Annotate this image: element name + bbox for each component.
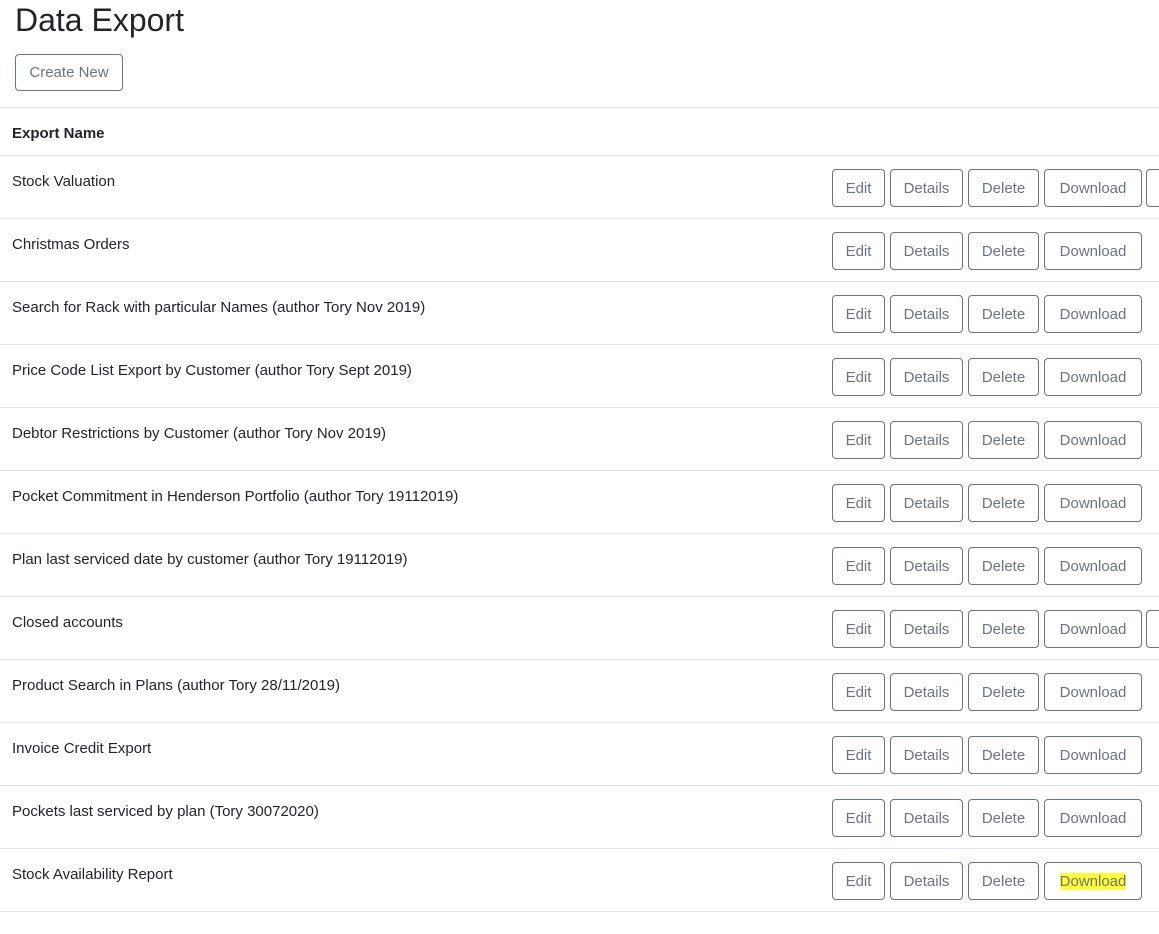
download-button[interactable]: Download [1044, 736, 1142, 774]
edit-button[interactable]: Edit [832, 673, 885, 711]
table-header-row: Export Name [0, 107, 1159, 156]
table-row: Stock Valuation Edit Details Delete Download [0, 156, 1159, 219]
table-row: Pockets last serviced by plan (Tory 3007… [0, 786, 1159, 849]
details-button[interactable]: Details [890, 862, 963, 900]
table-row: Search for Rack with particular Names (a… [0, 282, 1159, 345]
details-button[interactable]: Details [890, 169, 963, 207]
delete-button[interactable]: Delete [968, 862, 1039, 900]
details-button[interactable]: Details [890, 799, 963, 837]
export-name: Stock Availability Report [12, 866, 173, 883]
delete-button[interactable]: Delete [968, 232, 1039, 270]
details-button[interactable]: Details [890, 421, 963, 459]
edit-button[interactable]: Edit [832, 736, 885, 774]
export-name: Plan last serviced date by customer (aut… [12, 551, 408, 568]
download-label-highlighted: Download [1059, 872, 1127, 890]
extra-action-button[interactable] [1146, 610, 1159, 648]
export-name: Debtor Restrictions by Customer (author … [12, 425, 387, 442]
create-new-button[interactable]: Create New [15, 54, 123, 91]
export-name: Price Code List Export by Customer (auth… [12, 362, 412, 379]
delete-button[interactable]: Delete [968, 673, 1039, 711]
table-row: Pocket Commitment in Henderson Portfolio… [0, 471, 1159, 534]
download-button[interactable]: Download [1044, 862, 1142, 900]
details-button[interactable]: Details [890, 484, 963, 522]
download-button[interactable]: Download [1044, 799, 1142, 837]
delete-button[interactable]: Delete [968, 547, 1039, 585]
column-header-export-name: Export Name [12, 125, 105, 142]
table-row: Closed accounts Edit Details Delete Download [0, 597, 1159, 660]
delete-button[interactable]: Delete [968, 169, 1039, 207]
table-row: Price Code List Export by Customer (auth… [0, 345, 1159, 408]
download-button[interactable]: Download [1044, 169, 1142, 207]
download-button[interactable]: Download [1044, 484, 1142, 522]
extra-action-button[interactable] [1146, 169, 1159, 207]
download-button[interactable]: Download [1044, 421, 1142, 459]
table-row: Debtor Restrictions by Customer (author … [0, 408, 1159, 471]
edit-button[interactable]: Edit [832, 169, 885, 207]
edit-button[interactable]: Edit [832, 484, 885, 522]
edit-button[interactable]: Edit [832, 421, 885, 459]
export-name: Search for Rack with particular Names (a… [12, 299, 426, 316]
download-button[interactable]: Download [1044, 610, 1142, 648]
table-row: Christmas Orders Edit Details Delete Downloa… [0, 219, 1159, 282]
table-row: Product Search in Plans (author Tory 28/… [0, 660, 1159, 723]
edit-button[interactable]: Edit [832, 547, 885, 585]
download-button[interactable]: Download [1044, 295, 1142, 333]
download-button[interactable]: Download [1044, 673, 1142, 711]
details-button[interactable]: Details [890, 610, 963, 648]
edit-button[interactable]: Edit [832, 610, 885, 648]
export-name: Closed accounts [12, 614, 123, 631]
delete-button[interactable]: Delete [968, 610, 1039, 648]
download-button[interactable]: Download [1044, 547, 1142, 585]
data-export-page: Data Export Create New Export Name Stock… [0, 0, 1159, 934]
edit-button[interactable]: Edit [832, 232, 885, 270]
export-name: Christmas Orders [12, 236, 130, 253]
table-body: Stock Valuation Edit Details Delete Download… [0, 156, 1159, 912]
table-row: Invoice Credit Export Edit Details Delete Do… [0, 723, 1159, 786]
delete-button[interactable]: Delete [968, 295, 1039, 333]
table-row: Plan last serviced date by customer (aut… [0, 534, 1159, 597]
export-name: Pocket Commitment in Henderson Portfolio… [12, 488, 459, 505]
edit-button[interactable]: Edit [832, 799, 885, 837]
delete-button[interactable]: Delete [968, 421, 1039, 459]
download-button[interactable]: Download [1044, 232, 1142, 270]
delete-button[interactable]: Delete [968, 358, 1039, 396]
details-button[interactable]: Details [890, 736, 963, 774]
export-table: Export Name Stock Valuation Edit Details De… [0, 107, 1159, 912]
delete-button[interactable]: Delete [968, 484, 1039, 522]
edit-button[interactable]: Edit [832, 295, 885, 333]
edit-button[interactable]: Edit [832, 862, 885, 900]
edit-button[interactable]: Edit [832, 358, 885, 396]
details-button[interactable]: Details [890, 547, 963, 585]
export-name: Product Search in Plans (author Tory 28/… [12, 677, 340, 694]
download-button[interactable]: Download [1044, 358, 1142, 396]
export-name: Pockets last serviced by plan (Tory 3007… [12, 803, 319, 820]
details-button[interactable]: Details [890, 673, 963, 711]
table-row: Stock Availability Report Edit Details Dele… [0, 849, 1159, 912]
details-button[interactable]: Details [890, 358, 963, 396]
details-button[interactable]: Details [890, 232, 963, 270]
export-name: Stock Valuation [12, 173, 116, 190]
delete-button[interactable]: Delete [968, 736, 1039, 774]
export-name: Invoice Credit Export [12, 740, 152, 757]
page-title: Data Export [15, 2, 184, 38]
delete-button[interactable]: Delete [968, 799, 1039, 837]
details-button[interactable]: Details [890, 295, 963, 333]
